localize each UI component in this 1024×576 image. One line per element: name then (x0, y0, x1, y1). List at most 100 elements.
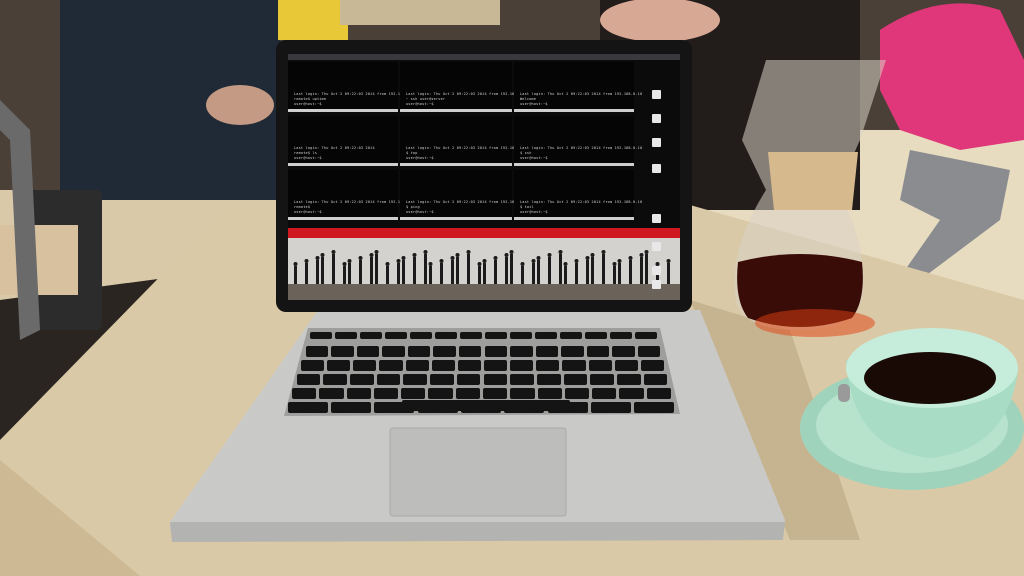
terminal-pane[interactable]: Last login: Thu Oct 2 09:22:03 2014 from… (400, 170, 528, 220)
keyboard-key[interactable] (331, 346, 354, 357)
crowd-figure (332, 254, 335, 284)
keyboard-key[interactable] (353, 360, 377, 371)
terminal-pane[interactable]: Last login: Thu Oct 2 09:22:03 2014 from… (288, 170, 416, 220)
keyboard-key[interactable] (537, 388, 562, 399)
keyboard-key[interactable] (617, 374, 641, 385)
keyboard-key[interactable] (510, 360, 534, 371)
crowd-figure-head (342, 262, 347, 266)
keyboard-key[interactable] (287, 402, 328, 413)
crowd-figure-head (304, 259, 309, 263)
keyboard-key[interactable] (586, 346, 610, 357)
keyboard-key[interactable] (301, 360, 325, 371)
terminal-pane[interactable]: Last login: Thu Oct 2 09:22:03 2014 from… (288, 62, 416, 112)
keyboard-key[interactable] (323, 374, 347, 385)
keyboard-key[interactable] (373, 388, 399, 399)
desktop-file-icon[interactable] (652, 114, 661, 123)
terminal-line: Last login: Thu Oct 2 09:22:03 2014 from… (520, 146, 643, 150)
space-bar-key[interactable] (402, 400, 570, 411)
keyboard-key[interactable] (562, 360, 586, 371)
keyboard-key[interactable] (612, 346, 635, 357)
keyboard-key[interactable] (510, 346, 533, 357)
keyboard-key[interactable] (455, 388, 480, 399)
keyboard-key[interactable] (405, 360, 429, 371)
terminal-pane[interactable]: Last login: Thu Oct 2 09:22:03 2014 from… (514, 116, 642, 166)
keyboard-key[interactable] (646, 388, 671, 399)
desktop-file-icon[interactable] (652, 138, 661, 147)
desktop-file-icon[interactable] (652, 266, 661, 275)
keyboard-key[interactable] (305, 346, 329, 357)
keyboard-key[interactable] (590, 402, 632, 413)
keyboard-key[interactable] (536, 374, 561, 385)
keyboard-key[interactable] (637, 346, 661, 357)
keyboard-key[interactable] (292, 388, 317, 399)
keyboard-key[interactable] (458, 346, 482, 357)
keyboard-key[interactable] (483, 388, 508, 399)
crowd-figure-head (293, 262, 298, 266)
keyboard-key[interactable] (561, 346, 584, 357)
keyboard-key[interactable] (456, 374, 481, 385)
keyboard-key[interactable] (407, 346, 431, 357)
keyboard-key[interactable] (619, 388, 644, 399)
keyboard-key[interactable] (346, 388, 371, 399)
terminal-pane[interactable]: Last login: Thu Oct 2 09:22:03 2014 from… (514, 170, 642, 220)
terminal-line: user@host:~$ (406, 102, 434, 106)
keyboard-key[interactable] (643, 374, 668, 385)
keyboard-key[interactable] (585, 332, 607, 339)
keyboard-key[interactable] (379, 360, 403, 371)
keyboard-key[interactable] (360, 332, 382, 339)
desktop-file-icon[interactable] (652, 164, 661, 173)
terminal-pane[interactable]: Last login: Thu Oct 2 09:22:03 2014 remot… (288, 116, 398, 166)
desktop-file-icon[interactable] (652, 214, 661, 223)
keyboard-key[interactable] (510, 332, 532, 339)
keyboard-key[interactable] (485, 332, 507, 339)
keyboard-key[interactable] (319, 388, 344, 399)
keyboard-key[interactable] (435, 332, 457, 339)
keyboard-key[interactable] (430, 374, 454, 385)
keyboard-key[interactable] (560, 332, 582, 339)
keyboard-key[interactable] (327, 360, 351, 371)
keyboard-key[interactable] (310, 332, 332, 339)
keyboard-key[interactable] (614, 360, 638, 371)
keyboard-key[interactable] (382, 346, 405, 357)
keyboard-key[interactable] (296, 374, 321, 385)
desktop-file-icon[interactable] (652, 242, 661, 251)
keyboard-key[interactable] (484, 360, 508, 371)
keyboard-key[interactable] (460, 332, 482, 339)
terminal-pane[interactable]: Last login: Thu Oct 2 09:22:03 2014 from… (400, 116, 528, 166)
keyboard-key[interactable] (403, 374, 428, 385)
keyboard-key[interactable] (484, 346, 508, 357)
keyboard-key[interactable] (330, 402, 372, 413)
keyboard-key[interactable] (335, 332, 357, 339)
keyboard-key[interactable] (564, 388, 590, 399)
keyboard-key[interactable] (563, 374, 588, 385)
desktop-file-icon[interactable] (652, 280, 661, 289)
keyboard-key[interactable] (431, 360, 455, 371)
keyboard-key[interactable] (510, 388, 535, 399)
keyboard-key[interactable] (535, 346, 559, 357)
keyboard-key[interactable] (457, 360, 481, 371)
keyboard-key[interactable] (510, 374, 534, 385)
cup-coffee (864, 352, 996, 404)
terminal-pane[interactable]: Last login: Thu Oct 2 09:22:03 2014 from… (400, 62, 528, 112)
keyboard-key[interactable] (349, 374, 374, 385)
keyboard-key[interactable] (635, 332, 657, 339)
keyboard-key[interactable] (536, 360, 560, 371)
keyboard-key[interactable] (385, 332, 407, 339)
keyboard-key[interactable] (640, 360, 664, 371)
keyboard-key[interactable] (433, 346, 456, 357)
keyboard-key[interactable] (610, 332, 632, 339)
keyboard-key[interactable] (634, 402, 675, 413)
keyboard-key[interactable] (592, 388, 617, 399)
keyboard-key[interactable] (588, 360, 612, 371)
keyboard-key[interactable] (356, 346, 380, 357)
desktop-file-icon[interactable] (652, 90, 661, 99)
keyboard-key[interactable] (410, 332, 432, 339)
crowd-figure (613, 266, 616, 284)
keyboard-key[interactable] (535, 332, 557, 339)
keyboard-key[interactable] (376, 374, 401, 385)
keyboard-key[interactable] (483, 374, 508, 385)
keyboard-key[interactable] (428, 388, 453, 399)
keyboard-key[interactable] (401, 388, 426, 399)
terminal-pane[interactable]: Last login: Thu Oct 2 09:22:03 2014 from… (514, 62, 642, 112)
keyboard-key[interactable] (590, 374, 615, 385)
